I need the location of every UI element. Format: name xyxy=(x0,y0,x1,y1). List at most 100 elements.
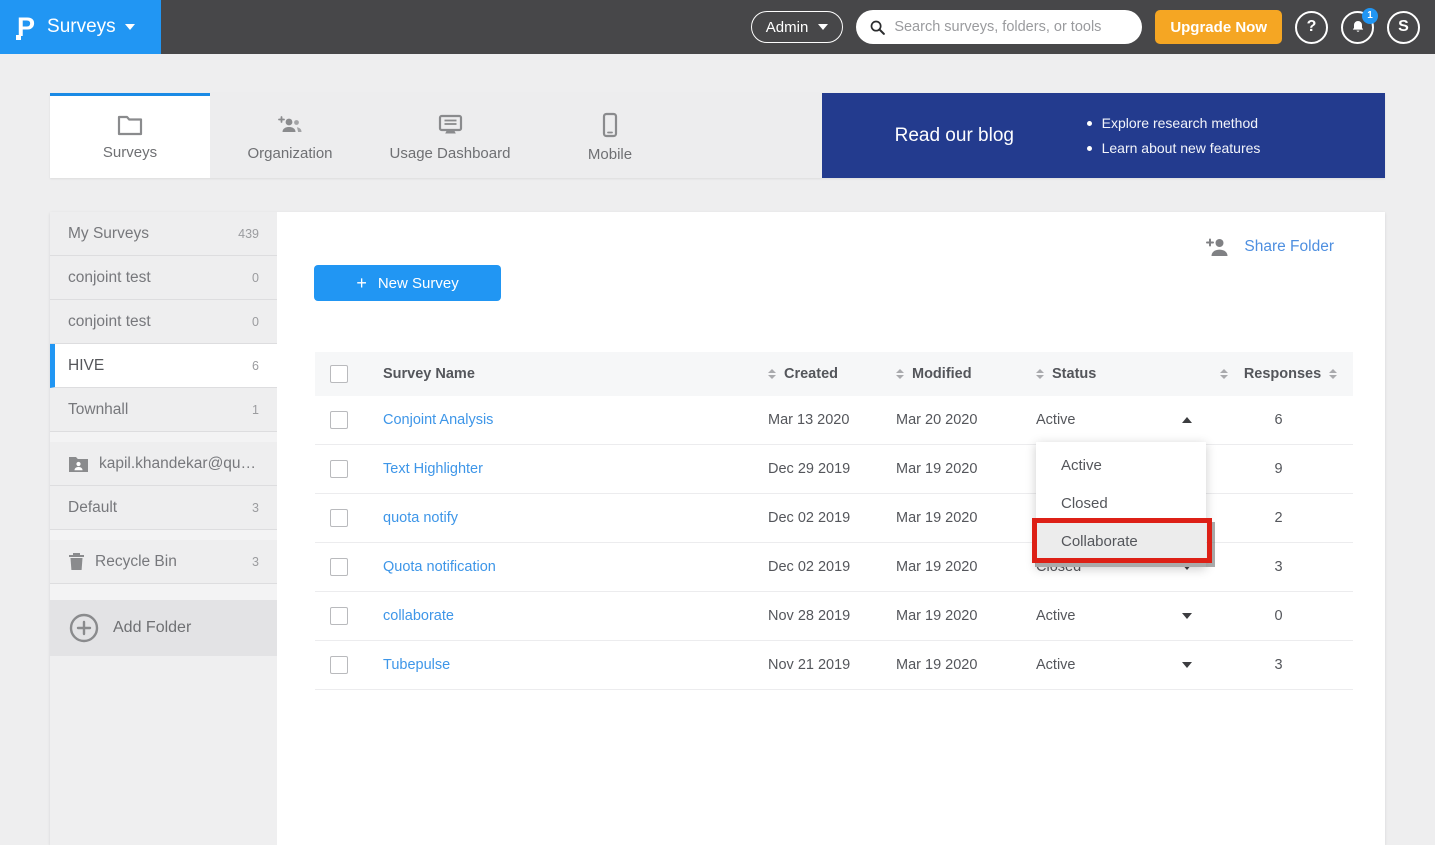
row-checkbox[interactable] xyxy=(330,509,348,527)
status-option-closed[interactable]: Closed xyxy=(1036,485,1206,523)
folder-count: 0 xyxy=(252,315,259,329)
plus-icon: + xyxy=(356,273,367,294)
product-name[interactable]: Surveys xyxy=(47,16,135,38)
sidebar-item-my-surveys[interactable]: My Surveys 439 xyxy=(50,212,277,256)
row-checkbox[interactable] xyxy=(330,558,348,576)
module-tabs: Surveys Organization Usage Dashboard Mob… xyxy=(50,93,1385,178)
add-folder-button[interactable]: Add Folder xyxy=(50,600,277,656)
banner-bullets: Explore research method Learn about new … xyxy=(1087,115,1261,156)
row-checkbox[interactable] xyxy=(330,411,348,429)
sidebar-item-default[interactable]: Default 3 xyxy=(50,486,277,530)
questionpro-logo-icon: P xyxy=(17,14,35,41)
blog-banner[interactable]: Read our blog Explore research method Le… xyxy=(822,93,1385,178)
tab-mobile[interactable]: Mobile xyxy=(530,93,690,178)
modified-cell: Mar 19 2020 xyxy=(896,510,1036,526)
sidebar-item-hive[interactable]: HIVE 6 xyxy=(50,344,277,388)
created-cell: Mar 13 2020 xyxy=(768,412,896,428)
status-select[interactable]: Active xyxy=(1036,608,1204,624)
chevron-up-icon xyxy=(1182,417,1192,423)
responses-cell: 9 xyxy=(1204,461,1353,477)
survey-link[interactable]: Conjoint Analysis xyxy=(383,412,493,428)
col-header-responses[interactable]: Responses xyxy=(1204,366,1353,382)
tab-usage-dashboard[interactable]: Usage Dashboard xyxy=(370,93,530,178)
product-switcher[interactable]: P Surveys xyxy=(0,0,161,54)
global-search[interactable] xyxy=(856,10,1142,44)
surveys-table: Survey Name Created Modified Status Resp… xyxy=(315,352,1353,690)
modified-cell: Mar 20 2020 xyxy=(896,412,1036,428)
smartphone-icon xyxy=(601,112,619,138)
search-input[interactable] xyxy=(894,19,1129,35)
sidebar-divider xyxy=(50,432,277,442)
trash-icon xyxy=(68,552,85,571)
survey-link[interactable]: collaborate xyxy=(383,608,454,624)
sort-icon[interactable] xyxy=(1036,369,1044,379)
tab-surveys[interactable]: Surveys xyxy=(50,93,210,178)
folder-count: 3 xyxy=(252,555,259,569)
tab-organization[interactable]: Organization xyxy=(210,93,370,178)
row-checkbox[interactable] xyxy=(330,460,348,478)
folder-count: 3 xyxy=(252,501,259,515)
col-header-created[interactable]: Created xyxy=(768,366,896,382)
new-survey-button[interactable]: + New Survey xyxy=(314,265,501,301)
survey-link[interactable]: Text Highlighter xyxy=(383,461,483,477)
created-cell: Dec 02 2019 xyxy=(768,559,896,575)
notification-badge: 1 xyxy=(1362,8,1378,24)
modified-cell: Mar 19 2020 xyxy=(896,608,1036,624)
sort-icon[interactable] xyxy=(1329,369,1337,379)
chevron-down-icon xyxy=(1182,613,1192,619)
plus-circle-icon xyxy=(69,613,99,643)
status-select[interactable]: Active xyxy=(1036,657,1204,673)
share-folder-link[interactable]: Share Folder xyxy=(1205,236,1334,257)
row-checkbox[interactable] xyxy=(330,656,348,674)
col-header-survey-name[interactable]: Survey Name xyxy=(383,366,768,382)
col-header-modified[interactable]: Modified xyxy=(896,366,1036,382)
folder-count: 1 xyxy=(252,403,259,417)
sidebar-item-townhall[interactable]: Townhall 1 xyxy=(50,388,277,432)
sidebar-item-recycle-bin[interactable]: Recycle Bin 3 xyxy=(50,540,277,584)
search-icon xyxy=(869,19,886,36)
admin-menu-button[interactable]: Admin xyxy=(751,11,844,43)
responses-cell: 0 xyxy=(1204,608,1353,624)
dashboard-icon xyxy=(437,113,464,137)
status-select[interactable]: Active xyxy=(1036,412,1204,428)
status-dropdown-menu: Active Closed Collaborate xyxy=(1036,442,1206,567)
status-option-active[interactable]: Active xyxy=(1036,447,1206,485)
sort-icon[interactable] xyxy=(768,369,776,379)
table-row: Tubepulse Nov 21 2019 Mar 19 2020 Active… xyxy=(315,641,1353,690)
created-cell: Nov 28 2019 xyxy=(768,608,896,624)
person-add-icon xyxy=(1205,236,1231,257)
select-all-checkbox[interactable] xyxy=(330,365,348,383)
created-cell: Dec 29 2019 xyxy=(768,461,896,477)
sidebar-item-shared-account[interactable]: kapil.khandekar@que… xyxy=(50,442,277,486)
survey-link[interactable]: Quota notification xyxy=(383,559,496,575)
account-avatar[interactable]: S xyxy=(1387,11,1420,44)
banner-bullet: Explore research method xyxy=(1087,115,1261,131)
folder-count: 439 xyxy=(238,227,259,241)
banner-bullet: Learn about new features xyxy=(1087,140,1261,156)
survey-link[interactable]: Tubepulse xyxy=(383,657,450,673)
surveys-panel: My Surveys 439 conjoint test 0 conjoint … xyxy=(50,212,1385,845)
created-cell: Dec 02 2019 xyxy=(768,510,896,526)
table-row: collaborate Nov 28 2019 Mar 19 2020 Acti… xyxy=(315,592,1353,641)
people-add-icon xyxy=(276,113,304,137)
responses-cell: 2 xyxy=(1204,510,1353,526)
topbar-actions: Admin Upgrade Now ? 1 S xyxy=(751,10,1435,44)
notifications-button[interactable]: 1 xyxy=(1341,11,1374,44)
folder-icon xyxy=(117,114,143,136)
sidebar-item-conjoint-test-2[interactable]: conjoint test 0 xyxy=(50,300,277,344)
sidebar-divider xyxy=(50,530,277,540)
responses-cell: 3 xyxy=(1204,657,1353,673)
modified-cell: Mar 19 2020 xyxy=(896,559,1036,575)
sidebar-item-conjoint-test-1[interactable]: conjoint test 0 xyxy=(50,256,277,300)
sort-icon[interactable] xyxy=(896,369,904,379)
status-option-collaborate[interactable]: Collaborate xyxy=(1036,523,1206,561)
col-header-status[interactable]: Status xyxy=(1036,366,1204,382)
help-button[interactable]: ? xyxy=(1295,11,1328,44)
chevron-down-icon xyxy=(818,24,828,30)
sort-icon[interactable] xyxy=(1220,369,1228,379)
row-checkbox[interactable] xyxy=(330,607,348,625)
folders-sidebar: My Surveys 439 conjoint test 0 conjoint … xyxy=(50,212,277,845)
upgrade-now-button[interactable]: Upgrade Now xyxy=(1155,10,1282,44)
modified-cell: Mar 19 2020 xyxy=(896,461,1036,477)
survey-link[interactable]: quota notify xyxy=(383,510,458,526)
